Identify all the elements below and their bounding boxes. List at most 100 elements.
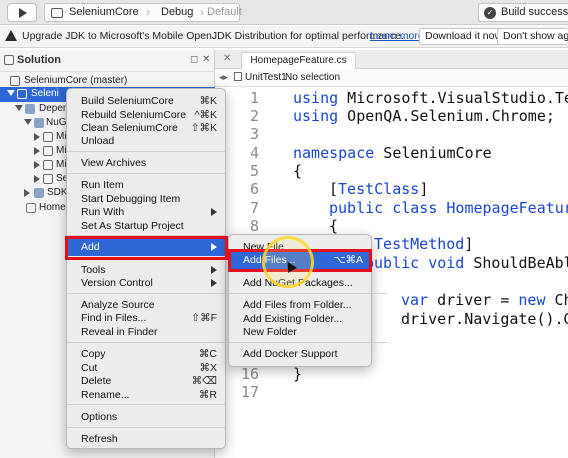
dont-show-again-button[interactable]: Don't show again	[497, 28, 568, 45]
chevron-down-icon[interactable]	[24, 119, 32, 125]
menu-shortcut: ⌘⌫	[191, 375, 217, 387]
menu-item-find-in-files[interactable]: Find in Files... ⇧⌘F	[67, 311, 225, 325]
menu-shortcut: ^⌘K	[194, 109, 217, 121]
code-line-2[interactable]: using OpenQA.Selenium.Chrome;	[293, 107, 555, 125]
code-line-12[interactable]: var driver = new Ch	[401, 291, 568, 309]
nav-arrows-icon[interactable]: ◂▸	[219, 72, 228, 83]
menu-item-set-startup[interactable]: Set As Startup Project	[67, 219, 225, 233]
main-toolbar: SeleniumCore › Debug › Default ✓ Build s…	[0, 0, 568, 25]
menu-label: Build SeleniumCore	[81, 95, 174, 107]
chevron-right-icon[interactable]	[34, 175, 40, 183]
code-line-9[interactable]: [TestMethod]	[365, 235, 473, 253]
menu-shortcut: ⌘C	[198, 348, 217, 360]
download-button[interactable]: Download it now	[419, 28, 509, 45]
highlight-frame-add	[65, 236, 228, 260]
close-icon[interactable]: ✕	[202, 54, 210, 65]
warning-icon	[5, 30, 17, 41]
learn-more-link[interactable]: Learn more	[370, 30, 424, 42]
code-line-4[interactable]: namespace SeleniumCore	[293, 144, 492, 162]
menu-label: Options	[81, 411, 118, 423]
info-bar: Upgrade JDK to Microsoft's Mobile OpenJD…	[0, 26, 568, 48]
status-text: Build successful.	[501, 6, 568, 18]
menu-item-version-control[interactable]: Version Control	[67, 276, 225, 290]
menu-item-delete[interactable]: Delete ⌘⌫	[67, 374, 225, 388]
chevron-right-icon[interactable]	[24, 189, 30, 197]
menu-label: Add Existing Folder...	[243, 313, 343, 325]
menu-label: Start Debugging Item	[81, 193, 181, 205]
menu-label: Rebuild SeleniumCore	[81, 109, 187, 121]
menu-separator	[229, 342, 387, 343]
tree-label: Seleni	[31, 88, 59, 99]
menu-separator	[67, 293, 225, 294]
menu-label: View Archives	[81, 157, 147, 169]
run-button[interactable]	[7, 3, 37, 22]
menu-item-unload[interactable]: Unload	[67, 134, 225, 148]
tree-label: SDK	[47, 187, 68, 198]
menu-label: Run Item	[81, 179, 124, 191]
menu-item-run-with[interactable]: Run With	[67, 205, 225, 219]
menu-item-build[interactable]: Build SeleniumCore ⌘K	[67, 94, 225, 108]
code-line-10[interactable]: public void ShouldBeAbl	[365, 254, 568, 272]
code-line-16[interactable]: }	[293, 365, 302, 383]
menu-item-rename[interactable]: Rename... ⌘R	[67, 388, 225, 402]
breadcrumb-separator: ›	[273, 70, 277, 81]
code-line-7[interactable]: public class HomepageFeatur	[329, 199, 568, 217]
menu-label: Refresh	[81, 433, 118, 445]
chevron-right-icon[interactable]	[34, 147, 40, 155]
scheme-selector[interactable]: SeleniumCore › Debug › Default	[44, 3, 242, 22]
menu-item-view-archives[interactable]: View Archives	[67, 156, 225, 170]
menu-item-start-debugging[interactable]: Start Debugging Item	[67, 192, 225, 206]
menu-item-refresh[interactable]: Refresh	[67, 432, 225, 446]
menu-label: Run With	[81, 206, 125, 218]
maximize-icon[interactable]: ◻	[190, 54, 198, 65]
code-line-8[interactable]: {	[329, 217, 338, 235]
menu-item-cut[interactable]: Cut ⌘X	[67, 361, 225, 375]
breadcrumb-selection[interactable]: No selection	[285, 72, 340, 83]
menu-label: New Folder	[243, 326, 297, 338]
submenu-arrow-icon	[211, 208, 217, 216]
code-line-6[interactable]: [TestClass]	[329, 180, 428, 198]
code-line-13[interactable]: driver.Navigate().G	[401, 310, 568, 328]
chevron-down-icon[interactable]	[15, 105, 23, 111]
menu-separator	[67, 342, 225, 343]
submenu-item-new-folder[interactable]: New Folder	[229, 325, 371, 339]
breadcrumb-file[interactable]: UnitTest1	[245, 72, 287, 83]
menu-separator	[67, 151, 225, 152]
menu-item-options[interactable]: Options	[67, 410, 225, 424]
scheme-target[interactable]: Default	[207, 6, 242, 18]
file-icon	[234, 72, 242, 81]
tree-label: SeleniumCore (master)	[24, 75, 128, 86]
menu-item-copy[interactable]: Copy ⌘C	[67, 347, 225, 361]
code-line-5[interactable]: {	[293, 162, 302, 180]
menu-label: Analyze Source	[81, 299, 155, 311]
code-line-1[interactable]: using Microsoft.VisualStudio.Te	[293, 89, 568, 107]
menu-item-rebuild[interactable]: Rebuild SeleniumCore ^⌘K	[67, 108, 225, 122]
scheme-project[interactable]: SeleniumCore	[69, 6, 139, 18]
chevron-right-icon[interactable]	[34, 161, 40, 169]
menu-shortcut: ⌘X	[199, 362, 217, 374]
menu-label: Add Files from Folder...	[243, 299, 352, 311]
chevron-right-icon[interactable]	[34, 133, 40, 141]
menu-item-tools[interactable]: Tools	[67, 263, 225, 277]
menu-item-clean[interactable]: Clean SeleniumCore ⇧⌘K	[67, 121, 225, 135]
solution-icon	[4, 55, 14, 65]
menu-label: Tools	[81, 264, 106, 276]
menu-item-analyze-source[interactable]: Analyze Source	[67, 298, 225, 312]
submenu-item-add-from-folder[interactable]: Add Files from Folder...	[229, 298, 371, 312]
submenu-arrow-icon	[211, 279, 217, 287]
menu-item-reveal-in-finder[interactable]: Reveal in Finder	[67, 325, 225, 339]
close-tab-icon[interactable]: ✕	[223, 53, 231, 64]
menu-separator	[229, 293, 387, 294]
submenu-item-docker[interactable]: Add Docker Support	[229, 347, 371, 361]
menu-label: Cut	[81, 362, 98, 374]
file-icon	[26, 203, 36, 213]
menu-item-run-item[interactable]: Run Item	[67, 178, 225, 192]
tree-label: Mi	[56, 159, 67, 170]
editor-tab[interactable]: HomepageFeature.cs	[241, 52, 356, 69]
scheme-config[interactable]: Debug	[161, 6, 193, 18]
menu-label: Set As Startup Project	[81, 220, 184, 232]
chevron-down-icon[interactable]	[7, 90, 15, 96]
solution-title: Solution	[17, 54, 61, 66]
menu-shortcut: ⌘R	[198, 389, 217, 401]
submenu-item-add-existing-folder[interactable]: Add Existing Folder...	[229, 312, 371, 326]
